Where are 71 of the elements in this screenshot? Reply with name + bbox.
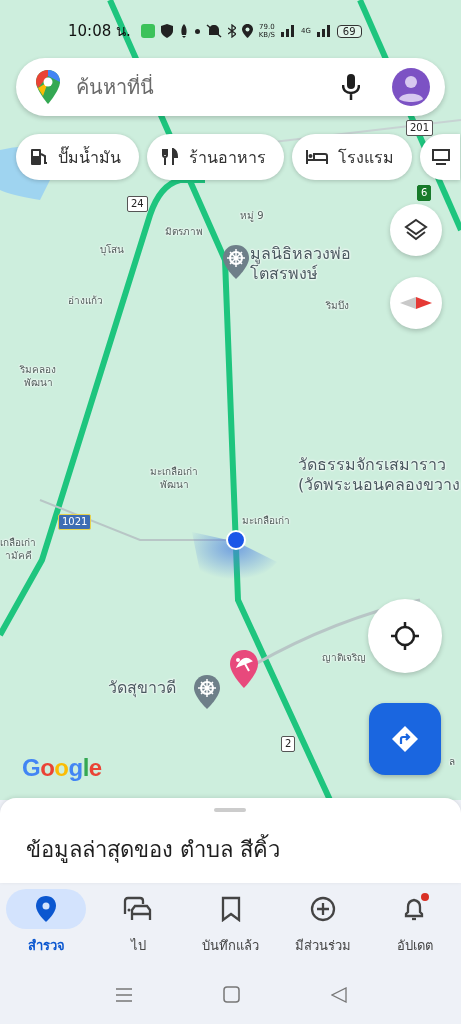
- my-location-button[interactable]: [368, 599, 442, 673]
- fuel-pump-icon: [30, 148, 48, 166]
- plus-circle-icon: [309, 896, 336, 922]
- nav-tab[interactable]: อัปเดต: [368, 883, 461, 973]
- route-shield: 24: [127, 196, 148, 212]
- muted-bell-icon: [205, 24, 222, 38]
- bus-car-icon: [123, 896, 154, 922]
- home-square-icon[interactable]: [222, 985, 241, 1004]
- monitor-icon: [432, 149, 450, 165]
- map-place-label: บุโสน: [100, 244, 124, 257]
- crosshair-icon: [390, 621, 420, 651]
- compass-button[interactable]: [390, 277, 442, 329]
- nav-tab[interactable]: ไป: [92, 883, 185, 973]
- nav-tab[interactable]: มีส่วนร่วม: [276, 883, 369, 973]
- search-field[interactable]: ค้นหาที่นี่: [70, 74, 332, 100]
- map-place-label: ญาติเจริญ: [322, 652, 366, 665]
- route-shield: 6: [417, 185, 432, 201]
- dot-icon: [194, 28, 200, 34]
- app-notification-icon: [140, 24, 155, 38]
- route-shield: 201: [406, 120, 434, 136]
- avatar-icon[interactable]: [392, 68, 430, 106]
- menu-icon[interactable]: [114, 986, 133, 1003]
- map-pin-logo-icon: [36, 70, 60, 104]
- map-place-label: มิตรภาพ: [165, 226, 203, 239]
- signal-icon: [316, 25, 331, 37]
- current-location-icon: [226, 530, 246, 550]
- map-place-label: ล: [449, 756, 455, 769]
- back-triangle-icon[interactable]: [330, 986, 347, 1003]
- rocket-icon: [178, 24, 189, 38]
- map-place-label: อ่างแก้ว: [68, 295, 103, 308]
- layers-icon: [404, 218, 428, 242]
- shield-icon: [160, 24, 173, 38]
- map-place-label: มะเกลือเก่า พัฒนา: [150, 466, 198, 491]
- temple-pin-icon[interactable]: [222, 244, 250, 280]
- location-icon: [241, 24, 253, 38]
- battery-level: 69: [336, 24, 362, 38]
- compass-icon: [400, 296, 432, 310]
- search-bar[interactable]: ค้นหาที่นี่: [16, 58, 445, 116]
- bluetooth-icon: [227, 24, 236, 38]
- nav-tab[interactable]: สำรวจ: [0, 883, 93, 973]
- google-logo: Google: [22, 754, 102, 782]
- temple-pin-icon[interactable]: [193, 674, 221, 710]
- bookmark-icon: [220, 896, 241, 922]
- map-place-label: มะเกลือเก่า: [242, 515, 290, 528]
- directions-button[interactable]: [369, 703, 441, 775]
- map-place-label: ริมบึง: [326, 300, 349, 313]
- route-shield: 1021: [58, 514, 92, 530]
- category-chip[interactable]: โรงแรม: [292, 134, 412, 180]
- layers-button[interactable]: [390, 204, 442, 256]
- bed-icon: [306, 149, 328, 165]
- nav-tab[interactable]: บันทึกแล้ว: [184, 883, 277, 973]
- umbrella-pin-icon[interactable]: [229, 649, 259, 689]
- category-chip[interactable]: [420, 134, 460, 180]
- turn-sign-icon: [391, 725, 419, 753]
- map-place-label: วัดสุขาวดี: [108, 678, 176, 698]
- map-place-label: วัดธรรมจักรเสมาราว (วัดพระนอนคลองขวาง: [298, 455, 461, 495]
- status-time: 10:08 น.: [68, 21, 131, 42]
- category-chip[interactable]: ร้านอาหาร: [147, 134, 284, 180]
- map-pin-icon: [36, 896, 57, 922]
- map-place-label: หมู่ 9: [240, 210, 264, 223]
- fork-knife-icon: [161, 148, 179, 166]
- map-place-label: เกลือเก่า ามัคคี: [0, 537, 36, 562]
- drag-handle[interactable]: [214, 808, 246, 812]
- microphone-icon[interactable]: [342, 74, 360, 100]
- sheet-title: ข้อมูลล่าสุดของ ตำบล สีคิ้ว: [26, 832, 280, 867]
- map-place-label: มูลนิธิหลวงพ่อ โตสรพงษ์: [250, 244, 351, 284]
- category-chip[interactable]: ปั๊มน้ำมัน: [16, 134, 139, 180]
- map-place-label: ริมคลอง พัฒนา: [20, 364, 56, 389]
- route-shield: 2: [281, 736, 296, 752]
- signal-icon: [280, 25, 295, 37]
- map-view[interactable]: [0, 0, 461, 800]
